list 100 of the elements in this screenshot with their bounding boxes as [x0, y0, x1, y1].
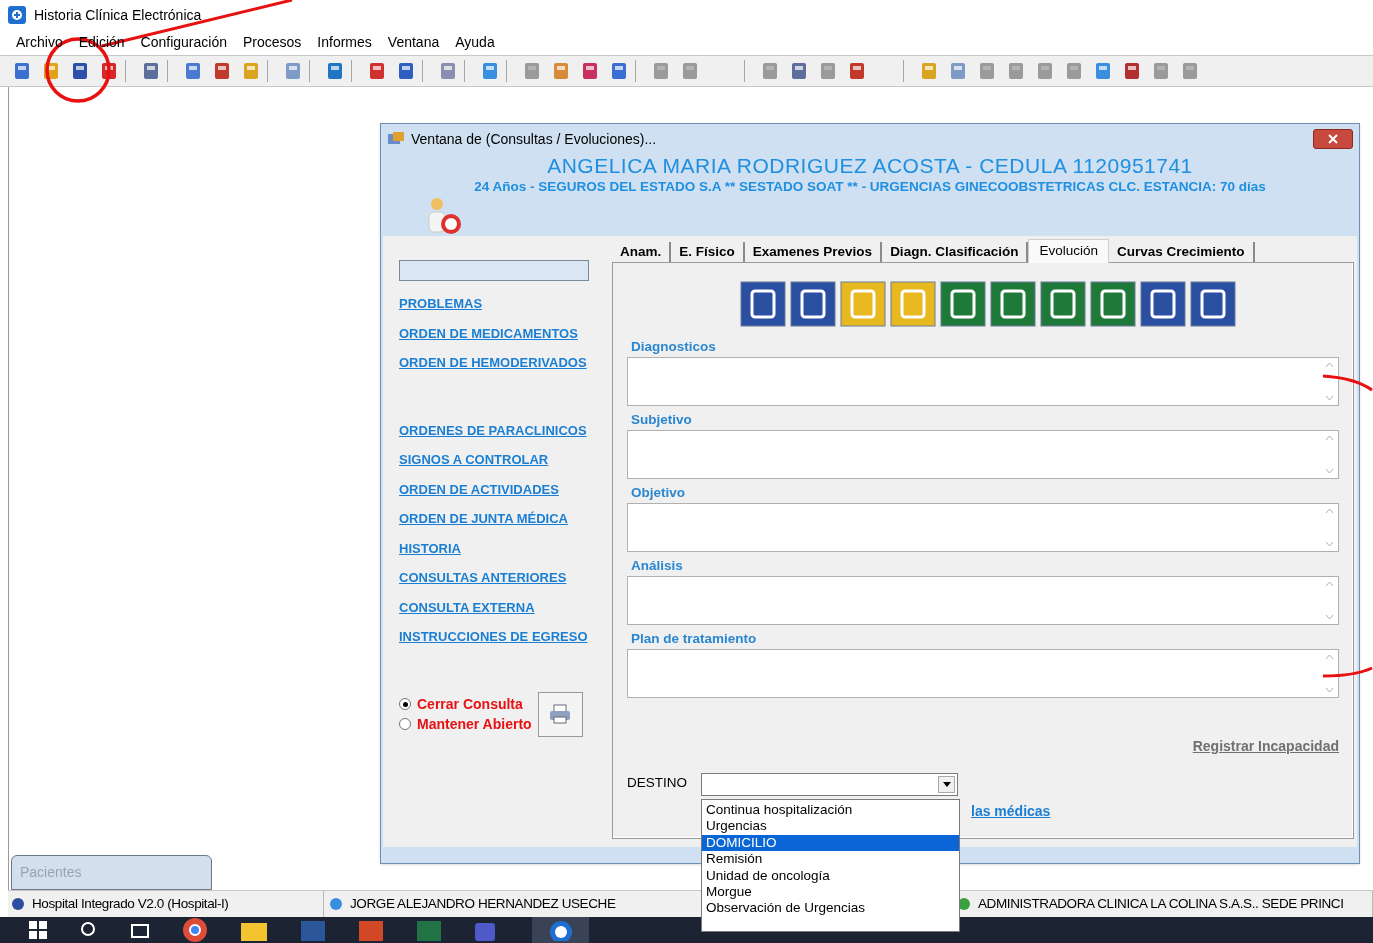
chrome-icon[interactable] [182, 917, 208, 943]
dropdown-option[interactable]: Continua hospitalización [702, 802, 959, 819]
toolbar-icon[interactable] [1122, 61, 1142, 81]
print-button[interactable] [537, 691, 583, 737]
menu-item[interactable]: Informes [309, 32, 380, 53]
app-logo-icon [8, 6, 26, 24]
patient-name: ANGELICA MARIA RODRIGUEZ ACOSTA - CEDULA 1120951741 [547, 154, 1193, 178]
nav-link[interactable]: ORDEN DE HEMODERIVADOS [399, 348, 612, 378]
toolbar-icon[interactable] [580, 61, 600, 81]
windows-start-icon[interactable] [28, 920, 48, 940]
scroll-down-icon[interactable] [1325, 468, 1334, 474]
active-app-button[interactable] [532, 917, 589, 943]
scroll-up-icon[interactable] [1325, 362, 1334, 368]
function-icon[interactable] [940, 281, 986, 327]
toolbar-icon[interactable] [847, 61, 867, 81]
toolbar-icon[interactable] [12, 61, 32, 81]
search-field[interactable] [399, 260, 589, 281]
function-icon[interactable] [1040, 281, 1086, 327]
destino-dropdown[interactable] [701, 773, 958, 796]
nav-link[interactable]: PROBLEMAS [399, 289, 612, 319]
function-icon[interactable] [1090, 281, 1136, 327]
dropdown-option[interactable]: Urgencias [702, 818, 959, 835]
close-button[interactable] [1313, 129, 1353, 149]
nav-link[interactable]: ORDEN DE JUNTA MÉDICA [399, 504, 612, 534]
scroll-down-icon[interactable] [1325, 687, 1334, 693]
toolbar-icon[interactable] [480, 61, 500, 81]
function-icon[interactable] [1190, 281, 1236, 327]
scroll-up-icon[interactable] [1325, 581, 1334, 587]
status-text: Hospital Integrado V2.0 (Hospital-I) [32, 894, 229, 913]
dropdown-option[interactable]: DOMICILIO [702, 834, 959, 852]
scroll-down-icon[interactable] [1325, 614, 1334, 620]
scroll-up-icon[interactable] [1325, 654, 1334, 660]
minimized-window-title: Pacientes [20, 863, 82, 882]
menu-item[interactable]: Ayuda [447, 32, 503, 53]
excel-icon[interactable] [416, 919, 442, 941]
task-view-icon[interactable] [130, 921, 150, 939]
menu-item[interactable]: Archivo [8, 32, 71, 53]
radio-button[interactable] [399, 718, 411, 730]
dropdown-option[interactable]: Unidad de oncología [702, 867, 959, 885]
nav-link[interactable]: ORDENES DE PARACLINICOS [399, 415, 612, 445]
window-title: Ventana de (Consultas / Evoluciones)... [411, 129, 657, 149]
radio-label[interactable]: Mantener Abierto [417, 713, 532, 735]
function-icon[interactable] [740, 281, 786, 327]
destino-label: DESTINO [627, 774, 687, 792]
nav-link[interactable]: SIGNOS A CONTROLAR [399, 445, 612, 475]
status-icon [10, 896, 26, 912]
scroll-up-icon[interactable] [1325, 435, 1334, 441]
nav-link[interactable]: CONSULTAS ANTERIORES [399, 563, 612, 593]
nav-link[interactable]: CONSULTA EXTERNA [399, 592, 612, 622]
tab[interactable]: Anam. [612, 242, 672, 262]
field-label: Objetivo [630, 484, 686, 502]
toolbar-icon[interactable] [438, 61, 458, 81]
radio-button[interactable] [399, 698, 411, 710]
field-label: Análisis [630, 557, 684, 575]
nav-link[interactable]: ORDEN DE ACTIVIDADES [399, 474, 612, 504]
menu-item[interactable]: Configuración [132, 32, 235, 53]
dropdown-option[interactable]: Observación de Urgencias [702, 900, 959, 917]
scroll-up-icon[interactable] [1325, 508, 1334, 514]
window-icon [387, 131, 405, 147]
word-icon[interactable] [300, 919, 326, 941]
menu-item[interactable]: Ventana [379, 32, 448, 53]
toolbar-icon[interactable] [325, 61, 345, 81]
toolbar-icon[interactable] [367, 61, 387, 81]
function-icon[interactable] [990, 281, 1036, 327]
text-area[interactable] [627, 576, 1339, 625]
field-label: Plan de tratamiento [630, 630, 758, 648]
toolbar-icon[interactable] [789, 61, 809, 81]
tab[interactable]: Curvas Crecimiento [1108, 242, 1255, 262]
nav-link[interactable]: INSTRUCCIONES DE EGRESO [399, 622, 612, 652]
radio-label[interactable]: Cerrar Consulta [417, 693, 523, 715]
tab[interactable]: Evolución [1028, 239, 1109, 263]
text-area[interactable] [627, 503, 1339, 552]
dropdown-option[interactable]: Remisión [702, 851, 959, 868]
toolbar-icon[interactable] [396, 61, 416, 81]
function-icon[interactable] [790, 281, 836, 327]
scroll-down-icon[interactable] [1325, 395, 1334, 401]
field-label: Subjetivo [630, 411, 693, 429]
text-area[interactable] [627, 649, 1339, 698]
text-area[interactable] [627, 430, 1339, 479]
toolbar-icon[interactable] [212, 61, 232, 81]
partial-link[interactable]: las médicas [971, 803, 1051, 819]
dropdown-option[interactable]: Morgue [702, 884, 959, 901]
toolbar-icon[interactable] [141, 61, 161, 81]
register-incapacity-link[interactable]: Registrar Incapacidad [1192, 736, 1339, 757]
patient-details: 24 Años - SEGUROS DEL ESTADO S.A ** SESTADO SOAT ** - URGENCIAS GINECOOBSTETRICAS CLC. ESTANCIA: 70 días [474, 178, 1266, 196]
scroll-down-icon[interactable] [1325, 541, 1334, 547]
function-icon[interactable] [1140, 281, 1186, 327]
search-icon[interactable] [80, 921, 98, 939]
toolbar-icon[interactable] [183, 61, 203, 81]
toolbar-icon[interactable] [70, 61, 90, 81]
powerpoint-icon[interactable] [358, 919, 384, 941]
text-area[interactable] [627, 357, 1339, 406]
nav-link[interactable]: HISTORIA [399, 533, 612, 563]
toolbar-icon[interactable] [609, 61, 629, 81]
toolbar-icon[interactable] [1093, 61, 1113, 81]
tab[interactable]: Examenes Previos [744, 242, 883, 262]
menu-item[interactable]: Procesos [235, 32, 310, 53]
tab[interactable]: E. Físico [671, 242, 745, 262]
nav-link[interactable]: ORDEN DE MEDICAMENTOS [399, 318, 612, 348]
field-label: Diagnosticos [630, 338, 717, 356]
